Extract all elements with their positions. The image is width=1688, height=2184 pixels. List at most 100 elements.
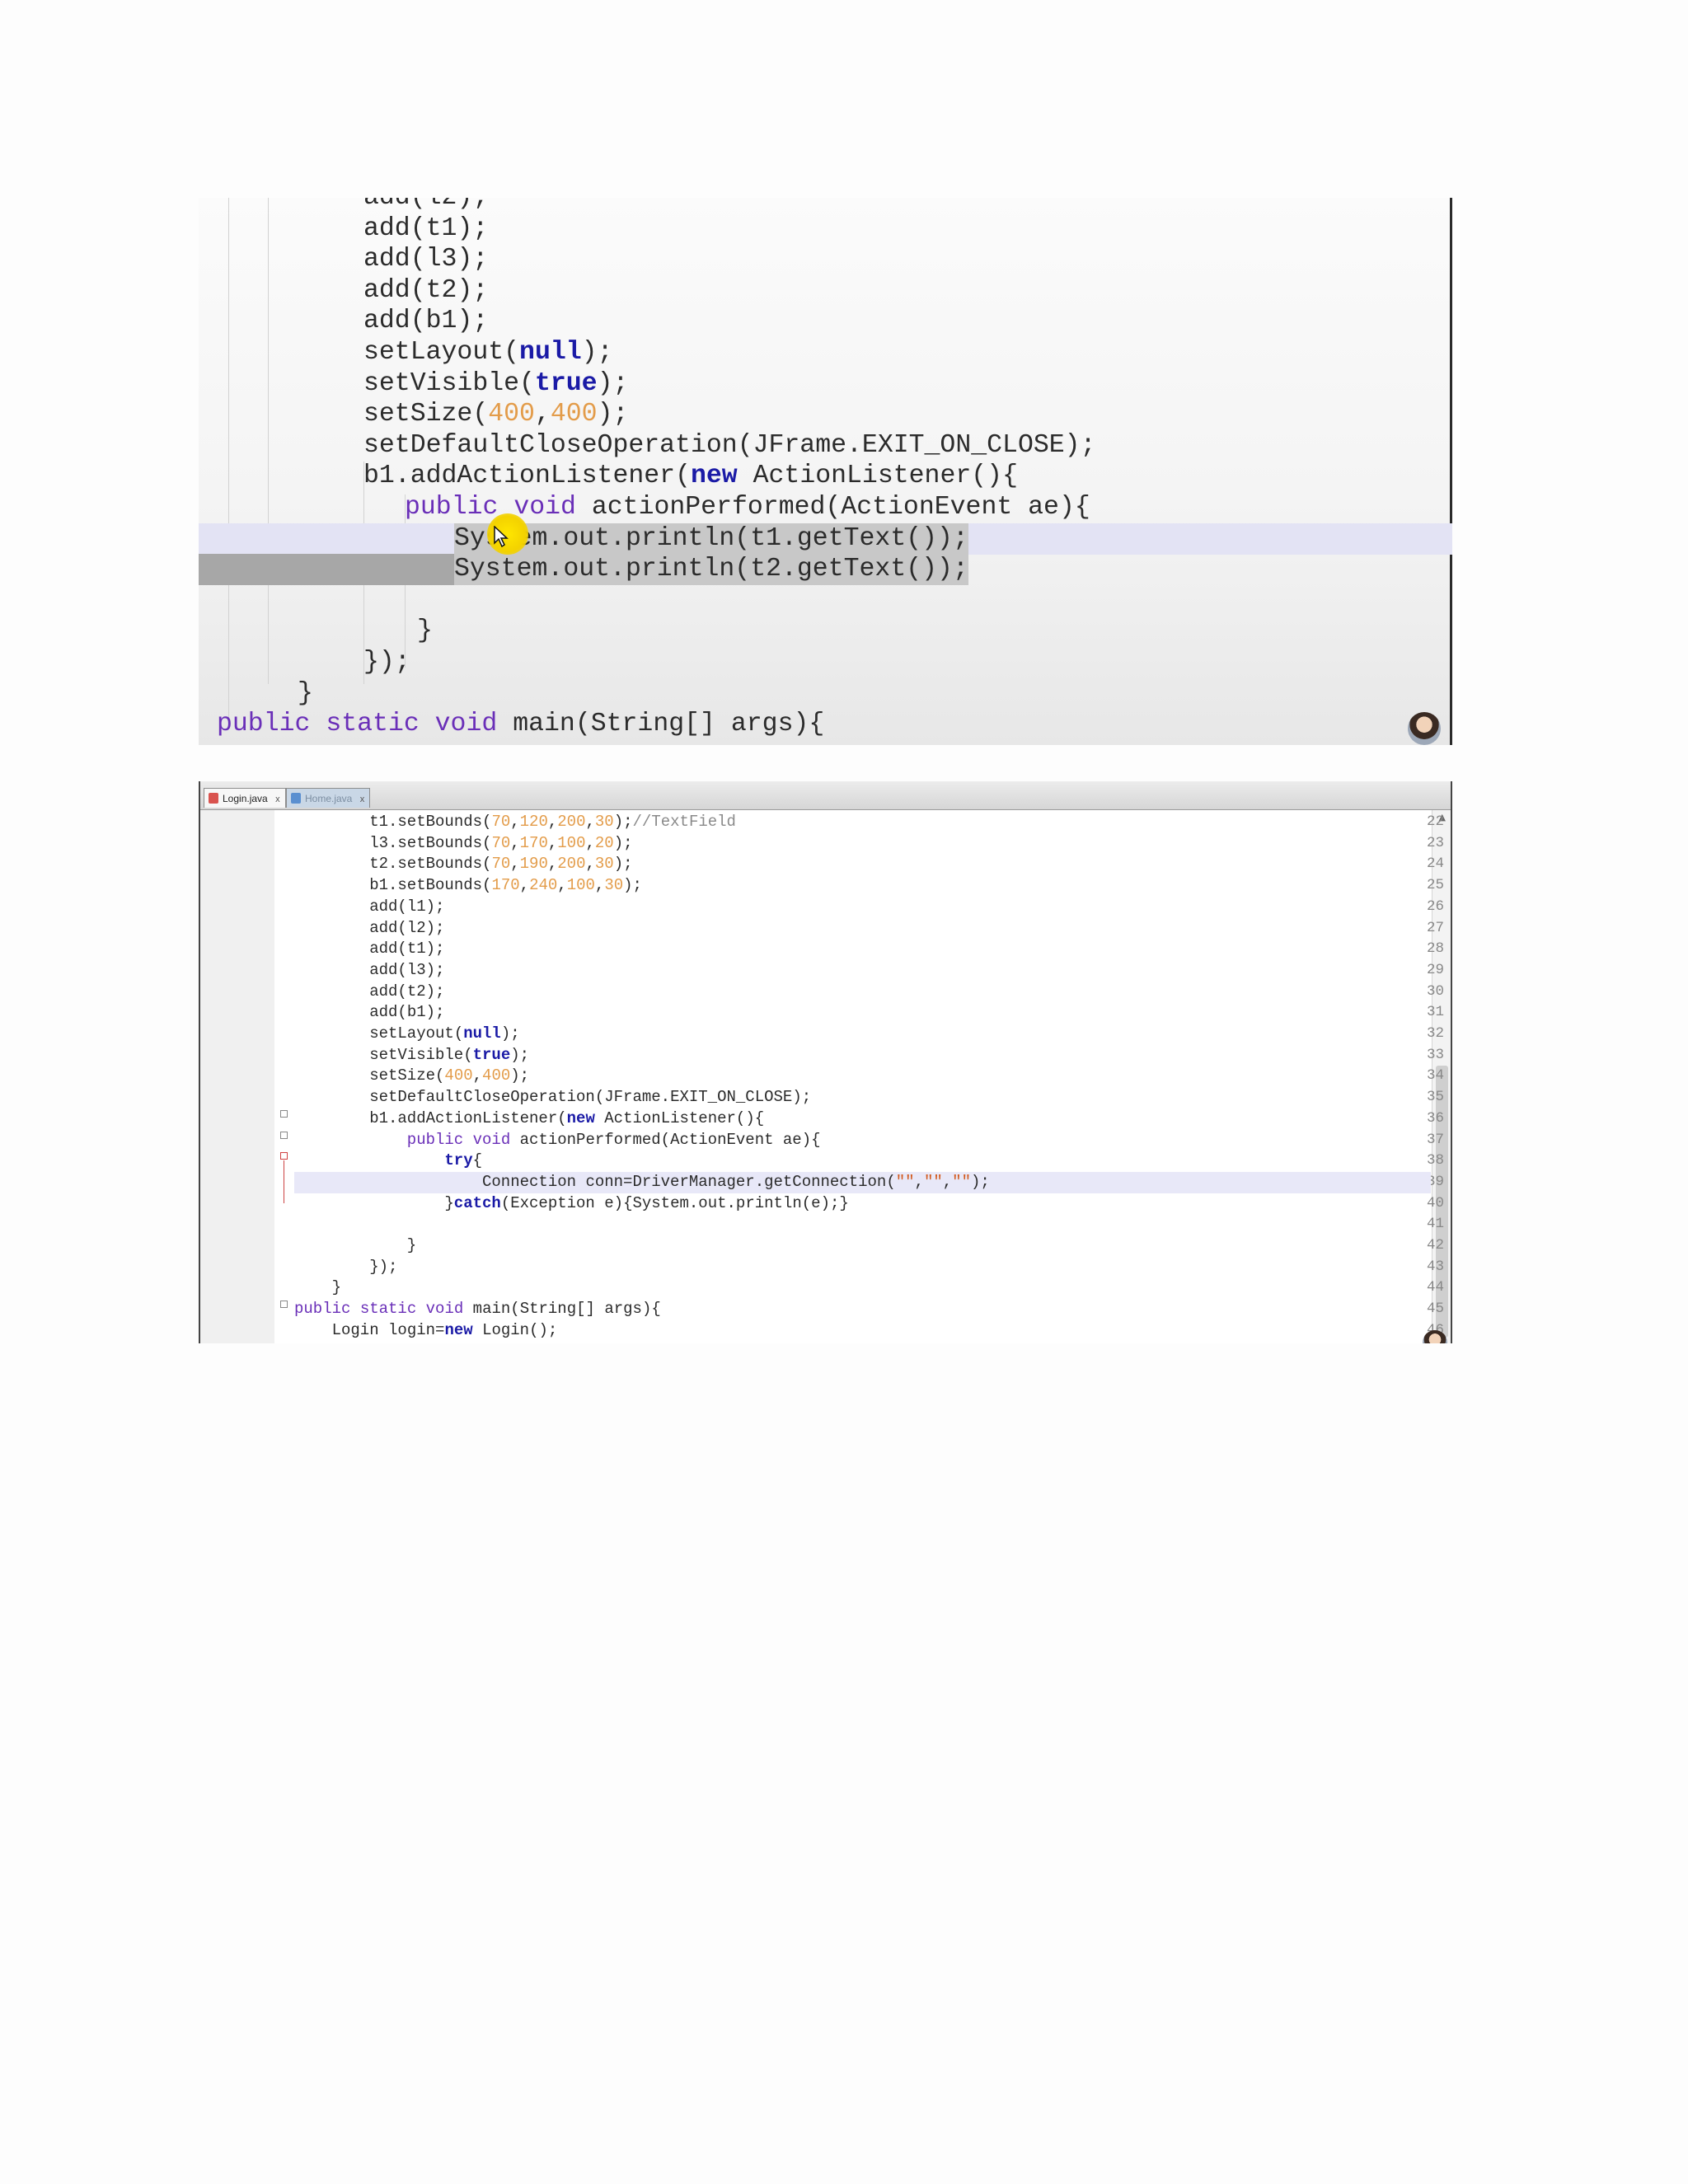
code-text: });: [363, 648, 410, 677]
code-text: setLayout(null);: [363, 338, 613, 367]
code-line: public static void main(String[] args){: [199, 709, 1452, 740]
tab-label: Home.java: [305, 793, 353, 804]
code-line: b1.setBounds(170,240,100,30);: [294, 875, 1431, 897]
code-text: try{: [444, 1151, 483, 1170]
code-line: add(l2);: [199, 198, 1452, 213]
editor-tab-strip: Login.java x Home.java x: [200, 781, 1451, 810]
code-line: Login login=new Login();: [294, 1320, 1431, 1342]
code-line: public static void main(String[] args){: [294, 1299, 1431, 1320]
code-text: add(l2);: [369, 918, 445, 937]
code-line: public void actionPerformed(ActionEvent …: [294, 1130, 1431, 1151]
line-number-gutter: [200, 810, 275, 1343]
code-text: System.out.println(t2.getText());: [454, 554, 968, 586]
code-text: }: [298, 678, 313, 708]
java-file-icon: [291, 793, 301, 804]
tab-login-java[interactable]: Login.java x: [204, 788, 286, 808]
code-line: System.out.println(t1.getText());: [199, 523, 1452, 555]
tab-label: Login.java: [223, 793, 268, 804]
code-text: t2.setBounds(70,190,200,30);: [369, 855, 633, 874]
code-line: setSize(400,400);: [199, 399, 1452, 430]
code-line: add(l1);: [294, 897, 1431, 918]
code-line: }: [294, 1235, 1431, 1257]
code-line: add(t2);: [199, 275, 1452, 307]
close-tab-icon[interactable]: x: [275, 790, 280, 809]
code-line: }: [199, 616, 1452, 647]
code-text: b1.addActionListener(new ActionListener(…: [369, 1108, 765, 1127]
code-line: l3.setBounds(70,170,100,20);: [294, 833, 1431, 855]
code-text: Connection conn=DriverManager.getConnect…: [482, 1172, 990, 1191]
code-text: Login login=new Login();: [331, 1320, 558, 1339]
code-line: add(l2);: [294, 918, 1431, 940]
code-line: setDefaultCloseOperation(JFrame.EXIT_ON_…: [199, 430, 1452, 462]
code-line: }catch(Exception e){System.out.println(e…: [294, 1193, 1431, 1215]
code-line: b1.addActionListener(new ActionListener(…: [199, 461, 1452, 492]
fold-toggle-icon[interactable]: [280, 1301, 288, 1308]
code-text: System.out.println(t1.getText());: [454, 523, 968, 555]
code-text: setSize(400,400);: [363, 400, 629, 429]
code-line: setDefaultCloseOperation(JFrame.EXIT_ON_…: [294, 1087, 1431, 1108]
code-line: });: [199, 647, 1452, 678]
code-zoom-screenshot: add(l2);add(t1);add(l3);add(t2);add(b1);…: [199, 198, 1452, 745]
code-text: public static void main(String[] args){: [294, 1300, 661, 1319]
code-line: setVisible(true);: [294, 1045, 1431, 1066]
code-line: add(l3);: [199, 244, 1452, 275]
code-line: b1.addActionListener(new ActionListener(…: [294, 1108, 1431, 1130]
code-text: setLayout(null);: [369, 1024, 520, 1043]
code-text: });: [369, 1257, 398, 1276]
code-text: }: [406, 1236, 417, 1254]
code-text: t1.setBounds(70,120,200,30);//TextField: [369, 813, 736, 831]
fold-toggle-icon[interactable]: [280, 1132, 288, 1139]
code-text: }: [417, 616, 433, 646]
code-line: setLayout(null);: [199, 337, 1452, 368]
code-text: public void actionPerformed(ActionEvent …: [406, 1130, 821, 1149]
code-line: }: [294, 1277, 1431, 1299]
fold-margin: [274, 810, 294, 1343]
code-text: setSize(400,400);: [369, 1066, 530, 1085]
fold-toggle-icon[interactable]: [280, 1152, 288, 1160]
code-line: t2.setBounds(70,190,200,30);: [294, 854, 1431, 875]
code-line: add(b1);: [199, 306, 1452, 337]
code-line: }: [199, 678, 1452, 710]
tab-home-java[interactable]: Home.java x: [286, 788, 371, 809]
code-editor-screenshot: Login.java x Home.java x ▲ 22 23 24 25 26 27 2…: [199, 781, 1452, 1343]
code-text: add(l2);: [363, 198, 488, 213]
code-line: Connection conn=DriverManager.getConnect…: [294, 1171, 1431, 1193]
code-line: });: [294, 1257, 1431, 1278]
code-text: public static void main(String[] args){: [217, 710, 825, 739]
code-line: add(b1);: [294, 1002, 1431, 1024]
code-line: add(t2);: [294, 982, 1431, 1003]
close-tab-icon[interactable]: x: [360, 790, 365, 809]
code-text: setVisible(true);: [363, 368, 629, 398]
code-text: add(l1);: [369, 897, 445, 916]
webcam-avatar-icon: [1408, 712, 1441, 745]
code-text: }: [331, 1278, 341, 1297]
code-line: try{: [294, 1151, 1431, 1172]
code-text: add(t1);: [363, 213, 489, 243]
code-line: add(l3);: [294, 960, 1431, 982]
code-line: public void actionPerformed(ActionEvent …: [199, 492, 1452, 523]
code-text: add(t1);: [369, 940, 445, 958]
code-line: setLayout(null);: [294, 1024, 1431, 1045]
code-line: add(t1);: [199, 213, 1452, 245]
mouse-cursor-icon: [494, 526, 509, 547]
code-text: l3.setBounds(70,170,100,20);: [369, 833, 633, 852]
code-text: }catch(Exception e){System.out.println(e…: [444, 1193, 849, 1212]
code-text: add(t2);: [369, 982, 445, 1001]
code-text: b1.setBounds(170,240,100,30);: [369, 876, 642, 895]
code-line: System.out.println(t2.getText());: [199, 554, 1452, 586]
code-text: add(l3);: [369, 960, 445, 979]
selection-band: [199, 554, 454, 586]
code-text: setDefaultCloseOperation(JFrame.EXIT_ON_…: [369, 1088, 812, 1107]
code-text: add(l3);: [363, 245, 489, 274]
code-text: add(t2);: [363, 275, 489, 305]
code-line: t1.setBounds(70,120,200,30);//TextField: [294, 812, 1431, 833]
code-line: add(t1);: [294, 939, 1431, 960]
code-text: setDefaultCloseOperation(JFrame.EXIT_ON_…: [363, 430, 1096, 460]
code-text: b1.addActionListener(new ActionListener(…: [363, 462, 1018, 491]
java-file-icon: [209, 793, 218, 804]
code-text: add(b1);: [363, 307, 489, 336]
fold-toggle-icon[interactable]: [280, 1110, 288, 1118]
code-text: setVisible(true);: [369, 1045, 530, 1064]
